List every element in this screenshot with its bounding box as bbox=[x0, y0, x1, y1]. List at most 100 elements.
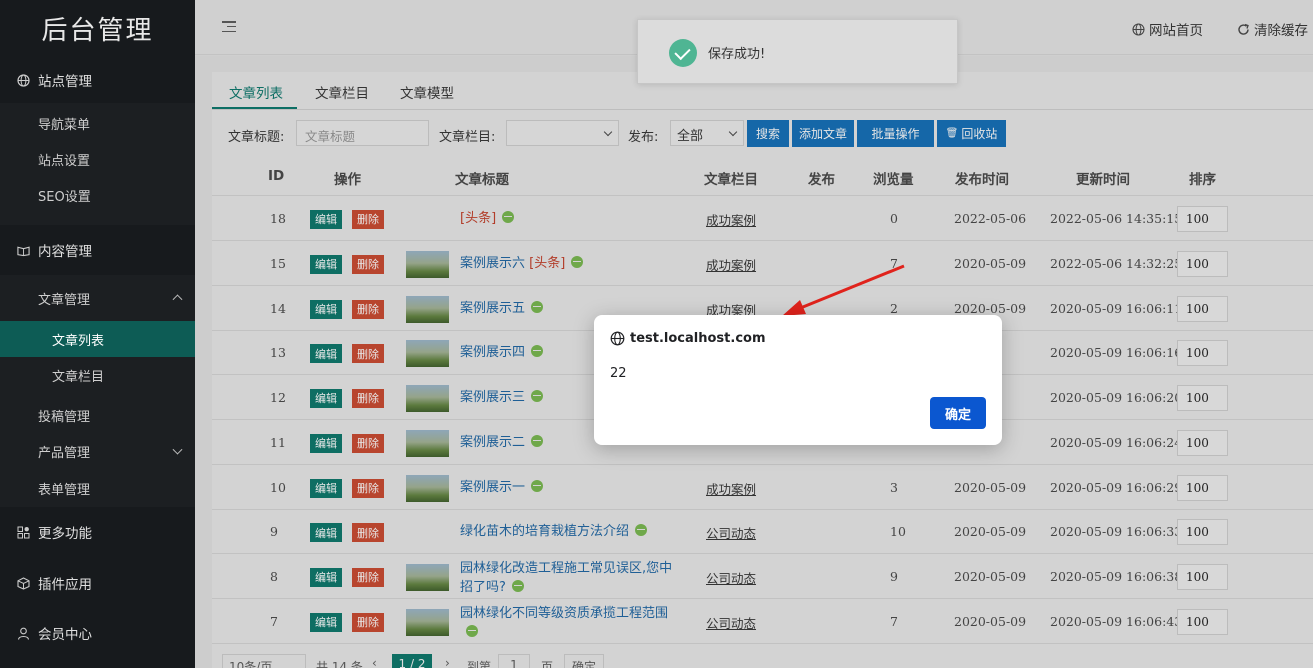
article-title-link[interactable]: [头条] bbox=[460, 209, 675, 228]
publish-select[interactable]: 全部 bbox=[670, 120, 744, 146]
sort-input[interactable]: 100 bbox=[1177, 295, 1228, 322]
sort-input[interactable]: 100 bbox=[1177, 384, 1228, 411]
sidebar-item-article-column[interactable]: 文章栏目 bbox=[0, 357, 195, 393]
article-category-link[interactable]: 公司动态 bbox=[706, 613, 756, 632]
sort-input[interactable]: 100 bbox=[1177, 474, 1228, 501]
update-time: 2022-05-06 14:32:25 bbox=[1050, 255, 1183, 271]
globe-icon[interactable] bbox=[635, 524, 648, 536]
add-article-button[interactable]: 添加文章 bbox=[792, 120, 854, 147]
menu-toggle-icon[interactable] bbox=[222, 21, 236, 33]
sidebar-group-content[interactable]: 内容管理 bbox=[0, 225, 195, 275]
delete-button[interactable]: 删除 bbox=[352, 344, 384, 363]
article-title-link[interactable]: 园林绿化改造工程施工常见误区,您中招了吗? bbox=[460, 559, 675, 597]
edit-button[interactable]: 编辑 bbox=[310, 344, 342, 363]
globe-icon[interactable] bbox=[502, 210, 515, 223]
article-title-link[interactable]: 案例展示六 [头条] bbox=[460, 254, 675, 273]
sidebar-group-label: 更多功能 bbox=[38, 526, 92, 542]
sort-input[interactable]: 100 bbox=[1177, 608, 1228, 635]
edit-button[interactable]: 编辑 bbox=[310, 567, 342, 587]
globe-icon[interactable] bbox=[531, 389, 544, 402]
delete-button[interactable]: 删除 bbox=[352, 388, 384, 408]
current-page[interactable]: 1 / 2 bbox=[392, 654, 432, 668]
edit-button[interactable]: 编辑 bbox=[310, 478, 342, 498]
sidebar-item-seo[interactable]: SEO设置 bbox=[0, 177, 195, 213]
edit-button[interactable]: 编辑 bbox=[310, 209, 342, 229]
article-title-link[interactable]: 案例展示一 bbox=[460, 478, 675, 497]
globe-icon[interactable] bbox=[511, 579, 524, 592]
sidebar-item-submission[interactable]: 投稿管理 bbox=[0, 393, 195, 433]
dialog-ok-button[interactable]: 确定 bbox=[930, 397, 986, 429]
article-category-link[interactable]: 成功案例 bbox=[706, 210, 756, 229]
recycle-bin-button[interactable]: 🗑 回收站 bbox=[937, 120, 1006, 147]
article-category-link[interactable]: 成功案例 bbox=[706, 255, 756, 274]
update-time: 2020-05-09 16:06:33 bbox=[1050, 524, 1183, 539]
globe-icon[interactable] bbox=[531, 434, 544, 447]
article-category-link[interactable]: 公司动态 bbox=[706, 523, 756, 542]
sidebar-group-plugins[interactable]: 插件应用 bbox=[0, 557, 195, 609]
edit-button[interactable]: 编辑 bbox=[310, 388, 342, 408]
sidebar-group-site[interactable]: 站点管理 bbox=[0, 57, 195, 103]
sidebar-item-form[interactable]: 表单管理 bbox=[0, 469, 195, 507]
article-thumbnail bbox=[406, 429, 449, 457]
globe-icon[interactable] bbox=[531, 300, 544, 313]
sidebar-item-site-settings[interactable]: 站点设置 bbox=[0, 141, 195, 177]
next-page-icon[interactable]: › bbox=[445, 656, 450, 668]
sort-input[interactable]: 100 bbox=[1177, 429, 1228, 456]
edit-button[interactable]: 编辑 bbox=[310, 254, 342, 274]
delete-button[interactable]: 删除 bbox=[352, 299, 384, 319]
sidebar-item-article-list[interactable]: 文章列表 bbox=[0, 321, 195, 357]
sidebar-item-article[interactable]: 文章管理 bbox=[0, 275, 195, 321]
globe-icon[interactable] bbox=[531, 345, 544, 357]
search-button[interactable]: 搜索 bbox=[747, 120, 789, 147]
globe-icon[interactable] bbox=[466, 624, 478, 637]
globe-icon[interactable] bbox=[531, 479, 544, 492]
sidebar-group-members[interactable]: 会员中心 bbox=[0, 609, 195, 657]
sidebar-group-more[interactable]: 更多功能 bbox=[0, 507, 195, 557]
clear-cache-link[interactable]: 清除缓存 bbox=[1237, 19, 1308, 39]
delete-button[interactable]: 删除 bbox=[352, 209, 384, 229]
delete-button[interactable]: 删除 bbox=[352, 612, 384, 632]
delete-button[interactable]: 删除 bbox=[352, 567, 384, 587]
article-title-link[interactable]: 绿化苗木的培育栽植方法介绍 bbox=[460, 522, 675, 541]
tab-article-list[interactable]: 文章列表 bbox=[229, 82, 283, 102]
delete-button[interactable]: 删除 bbox=[352, 254, 384, 274]
goto-confirm-button[interactable]: 确定 bbox=[564, 654, 604, 668]
sidebar-item-nav-menu[interactable]: 导航菜单 bbox=[0, 105, 195, 141]
prev-page-icon[interactable]: ‹ bbox=[372, 656, 377, 668]
sort-input[interactable]: 100 bbox=[1177, 340, 1228, 366]
batch-operation-button[interactable]: 批量操作 bbox=[857, 120, 934, 147]
sort-input[interactable]: 100 bbox=[1177, 563, 1228, 590]
article-title-text: 案例展示五 bbox=[460, 300, 526, 316]
sort-input[interactable]: 100 bbox=[1177, 250, 1228, 277]
edit-button[interactable]: 编辑 bbox=[310, 299, 342, 319]
delete-button[interactable]: 删除 bbox=[352, 478, 384, 498]
sidebar-item-product[interactable]: 产品管理 bbox=[0, 433, 195, 469]
sort-input[interactable]: 100 bbox=[1177, 205, 1228, 232]
delete-button[interactable]: 删除 bbox=[352, 523, 384, 542]
row-id: 13 bbox=[270, 345, 286, 360]
sort-input[interactable]: 100 bbox=[1177, 519, 1228, 545]
per-page-select[interactable]: 10条/页 bbox=[222, 654, 306, 668]
goto-page-input[interactable]: 1 bbox=[498, 654, 530, 668]
tab-article-model[interactable]: 文章模型 bbox=[400, 82, 454, 102]
total-count: 共 14 条 bbox=[316, 660, 363, 668]
globe-icon[interactable] bbox=[571, 255, 584, 268]
headline-tag: [头条] bbox=[460, 210, 497, 226]
edit-button[interactable]: 编辑 bbox=[310, 433, 342, 453]
site-home-link[interactable]: 网站首页 bbox=[1132, 19, 1203, 39]
column-select[interactable] bbox=[506, 120, 619, 146]
book-icon bbox=[17, 244, 30, 257]
col-header-publish-time: 发布时间 bbox=[955, 172, 1009, 188]
sidebar: 后台管理 站点管理 导航菜单 站点设置 SEO设置 内容管理 文章管理 文章列表… bbox=[0, 0, 195, 668]
article-category-link[interactable]: 成功案例 bbox=[706, 479, 756, 498]
title-search-input[interactable]: 文章标题 bbox=[296, 120, 429, 146]
delete-button[interactable]: 删除 bbox=[352, 433, 384, 453]
article-title-link[interactable]: 园林绿化不同等级资质承揽工程范围 bbox=[460, 604, 675, 642]
article-category-link[interactable]: 公司动态 bbox=[706, 568, 756, 587]
edit-button[interactable]: 编辑 bbox=[310, 523, 342, 542]
publish-filter-label: 发布: bbox=[628, 130, 659, 145]
check-circle-icon bbox=[669, 39, 697, 67]
edit-button[interactable]: 编辑 bbox=[310, 612, 342, 632]
article-title-text: 园林绿化不同等级资质承揽工程范围 bbox=[460, 605, 669, 621]
tab-article-column[interactable]: 文章栏目 bbox=[315, 82, 369, 102]
